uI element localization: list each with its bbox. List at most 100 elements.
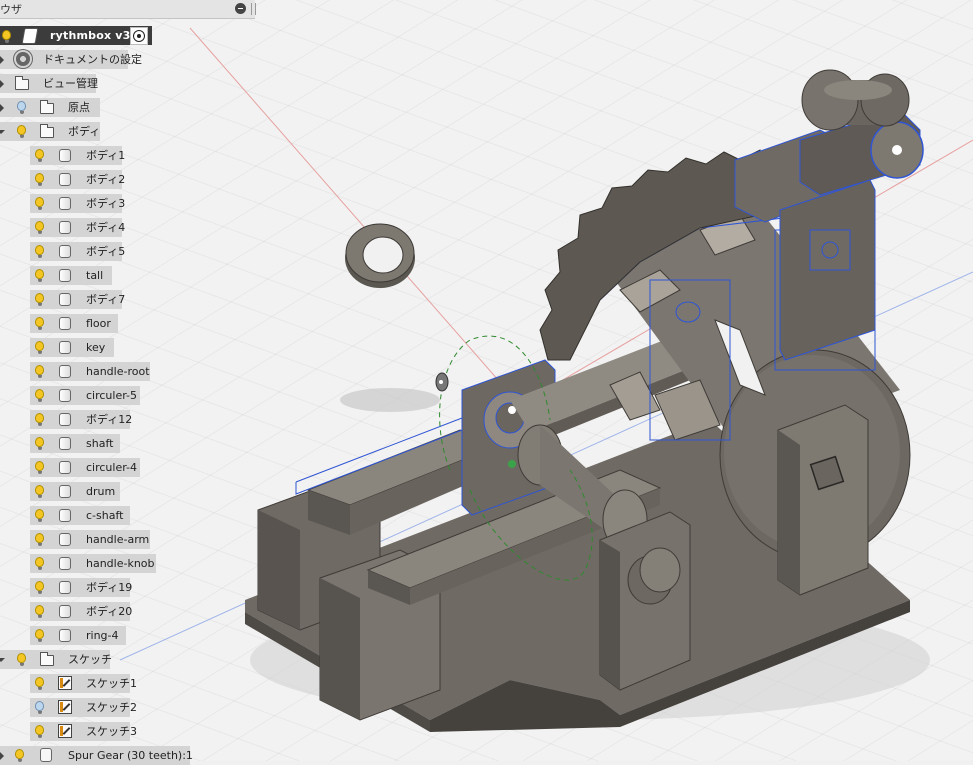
- visibility-bulb-icon[interactable]: [15, 749, 24, 762]
- visibility-bulb-icon[interactable]: [35, 437, 44, 450]
- browser-item-sketches[interactable]: スケッチ: [0, 650, 112, 669]
- circuler-5-model[interactable]: [779, 179, 876, 361]
- sketch-item-3[interactable]: スケッチ3: [30, 722, 137, 741]
- visibility-bulb-off-icon[interactable]: [35, 701, 44, 714]
- body-item-2[interactable]: ボディ2: [30, 170, 125, 189]
- ボディ19-model[interactable]: [777, 404, 869, 596]
- folder-icon: [40, 124, 54, 138]
- browser-item-view-manager[interactable]: ビュー管理: [0, 74, 98, 93]
- expand-arrow-icon[interactable]: [0, 104, 4, 112]
- ring-4-model[interactable]: [345, 223, 415, 288]
- visibility-bulb-icon[interactable]: [35, 269, 44, 282]
- body-item-tall[interactable]: tall: [30, 266, 112, 285]
- visibility-bulb-icon[interactable]: [35, 533, 44, 546]
- browser-item-origin[interactable]: 原点: [0, 98, 100, 117]
- visibility-bulb-icon[interactable]: [35, 461, 44, 474]
- visibility-bulb-icon[interactable]: [35, 149, 44, 162]
- visibility-bulb-icon[interactable]: [35, 197, 44, 210]
- sketch-item-2[interactable]: スケッチ2: [30, 698, 137, 717]
- item-label: ring-4: [86, 629, 119, 642]
- visibility-bulb-icon[interactable]: [35, 629, 44, 642]
- body-item-key[interactable]: key: [30, 338, 114, 357]
- browser-item-document-settings[interactable]: ドキュメントの設定: [0, 50, 142, 69]
- component-gear-icon: [40, 748, 52, 762]
- collapse-arrow-icon[interactable]: [0, 130, 5, 134]
- body-icon: [59, 173, 71, 186]
- body-icon: [59, 245, 71, 258]
- browser-item-spur-gear[interactable]: Spur Gear (30 teeth):1: [0, 746, 193, 765]
- visibility-bulb-icon[interactable]: [35, 605, 44, 618]
- item-label: drum: [86, 485, 116, 498]
- body-item-handle-root[interactable]: handle-root: [30, 362, 150, 381]
- body-item-5[interactable]: ボディ5: [30, 242, 125, 261]
- visibility-bulb-icon[interactable]: [35, 173, 44, 186]
- body-item-ring-4[interactable]: ring-4: [30, 626, 126, 645]
- collapse-arrow-icon[interactable]: [0, 658, 5, 662]
- body-item-1[interactable]: ボディ1: [30, 146, 125, 165]
- activate-button[interactable]: [130, 27, 148, 45]
- visibility-bulb-icon[interactable]: [35, 557, 44, 570]
- browser-header: ウザ: [0, 0, 256, 19]
- sketch-icon: [58, 724, 72, 738]
- item-label: c-shaft: [86, 509, 124, 522]
- body-item-12[interactable]: ボディ12: [30, 410, 132, 429]
- visibility-bulb-icon[interactable]: [35, 221, 44, 234]
- body-item-20[interactable]: ボディ20: [30, 602, 133, 621]
- item-label: handle-knob: [86, 557, 155, 570]
- body-item-shaft[interactable]: shaft: [30, 434, 120, 453]
- item-label: ボディ3: [86, 197, 126, 210]
- body-icon: [59, 605, 71, 618]
- visibility-bulb-icon[interactable]: [35, 413, 44, 426]
- item-label: ボディ: [68, 125, 101, 138]
- body-icon: [59, 557, 71, 570]
- ring-shadow: [340, 388, 440, 412]
- browser-item-bodies[interactable]: ボディ: [0, 122, 100, 141]
- body-item-floor[interactable]: floor: [30, 314, 118, 333]
- expand-arrow-icon[interactable]: [0, 752, 4, 760]
- collapse-icon[interactable]: [235, 3, 246, 14]
- body-item-19[interactable]: ボディ19: [30, 578, 133, 597]
- body-item-drum[interactable]: drum: [30, 482, 120, 501]
- expand-arrow-icon[interactable]: [0, 80, 4, 88]
- visibility-bulb-off-icon[interactable]: [17, 101, 26, 114]
- visibility-bulb-icon[interactable]: [35, 677, 44, 690]
- item-label: ボディ19: [86, 581, 133, 594]
- visibility-bulb-icon[interactable]: [35, 725, 44, 738]
- panel-grip-icon[interactable]: [251, 3, 256, 15]
- visibility-bulb-icon[interactable]: [35, 509, 44, 522]
- body-item-circuler-4[interactable]: circuler-4: [30, 458, 140, 477]
- body-item-7[interactable]: ボディ7: [30, 290, 125, 309]
- body-icon: [59, 461, 71, 474]
- visibility-bulb-icon[interactable]: [35, 485, 44, 498]
- sketch-item-1[interactable]: スケッチ1: [30, 674, 137, 693]
- body-item-circuler-5[interactable]: circuler-5: [30, 386, 140, 405]
- item-label: tall: [86, 269, 104, 282]
- body-icon: [59, 581, 71, 594]
- body-item-c-shaft[interactable]: c-shaft: [30, 506, 130, 525]
- visibility-bulb-icon[interactable]: [35, 581, 44, 594]
- visibility-bulb-icon[interactable]: [17, 653, 26, 666]
- body-icon: [59, 341, 71, 354]
- visibility-bulb-icon[interactable]: [35, 245, 44, 258]
- body-icon: [59, 413, 71, 426]
- body-item-handle-knob[interactable]: handle-knob: [30, 554, 156, 573]
- item-label: スケッチ2: [86, 701, 137, 714]
- expand-arrow-icon[interactable]: [0, 56, 4, 64]
- body-icon: [59, 269, 71, 282]
- visibility-bulb-icon[interactable]: [35, 365, 44, 378]
- body-icon: [59, 317, 71, 330]
- folder-icon: [40, 100, 54, 114]
- visibility-bulb-icon[interactable]: [35, 341, 44, 354]
- folder-icon: [15, 76, 29, 90]
- visibility-bulb-icon[interactable]: [17, 125, 26, 138]
- item-label: ボディ20: [86, 605, 133, 618]
- item-label: Spur Gear (30 teeth):1: [68, 749, 193, 762]
- body-item-4[interactable]: ボディ4: [30, 218, 125, 237]
- visibility-bulb-icon[interactable]: [2, 30, 11, 43]
- visibility-bulb-icon[interactable]: [35, 389, 44, 402]
- visibility-bulb-icon[interactable]: [35, 293, 44, 306]
- visibility-bulb-icon[interactable]: [35, 317, 44, 330]
- body-item-3[interactable]: ボディ3: [30, 194, 126, 213]
- item-label: handle-arm: [86, 533, 150, 546]
- body-item-handle-arm[interactable]: handle-arm: [30, 530, 150, 549]
